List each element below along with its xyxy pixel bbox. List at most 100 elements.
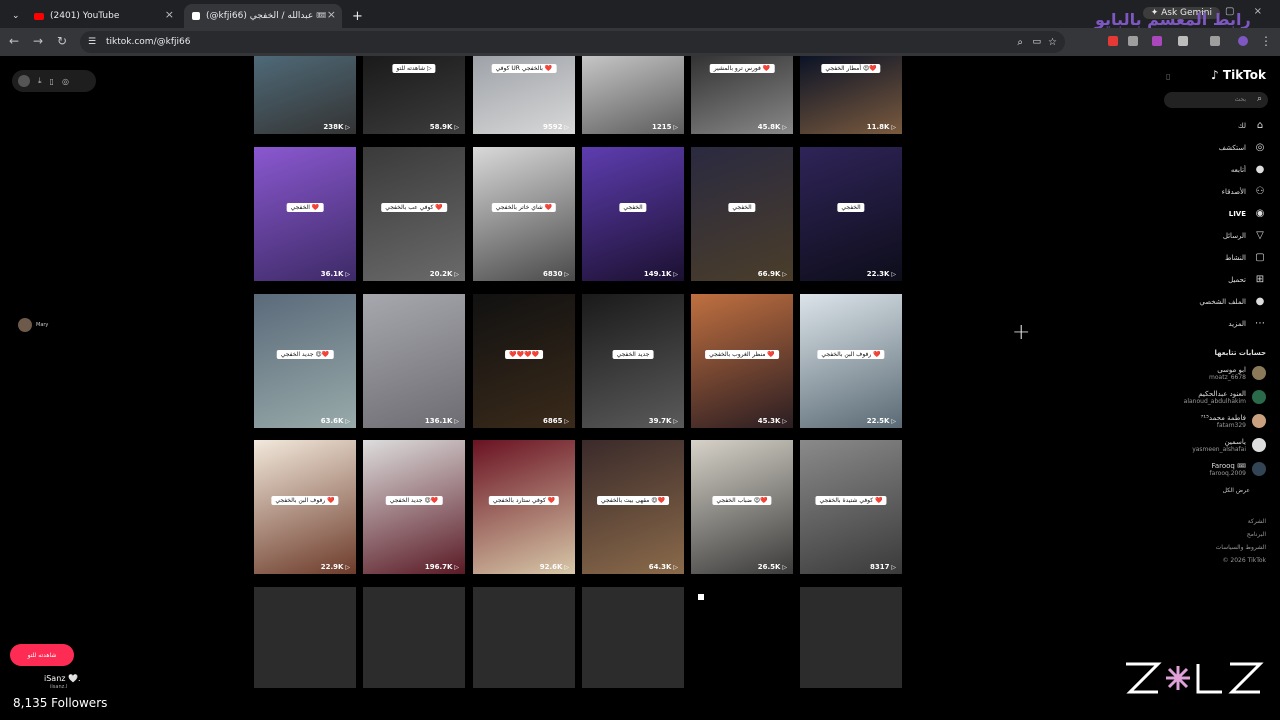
video-tile[interactable]: كوفي UR بالخفجي ❤️ 9592	[473, 56, 575, 134]
account-name: العنود عبدالحكيم	[1198, 390, 1246, 398]
nav-item-10[interactable]: المزيد ⋯	[1228, 318, 1266, 329]
zoom-icon[interactable]: ⌕	[1017, 37, 1023, 48]
account-name: ياسمين	[1224, 438, 1246, 446]
address-bar[interactable]: ☰ tiktok.com/@kfji66 ⌕ ▭ ☆	[80, 31, 1065, 53]
download-icon[interactable]: ⤓	[38, 76, 42, 86]
video-tile[interactable]: الخفجي ❤️ 36.1K	[254, 147, 356, 281]
nav-item-5[interactable]: LIVE ◉	[1229, 208, 1266, 219]
view-count: 149.1K	[644, 270, 678, 278]
extension-icon[interactable]	[1152, 36, 1162, 46]
video-tile[interactable]: جديد الخفجي 😍❤️ 196.7K	[363, 440, 465, 574]
tiktok-logo[interactable]: ♪ TikTok	[1211, 68, 1266, 82]
video-tile[interactable]: كوفي عب بالخفجي ❤️ 20.2K	[363, 147, 465, 281]
nav-item-4[interactable]: الأصدقاء ⚇	[1222, 186, 1266, 197]
profile-avatar[interactable]	[1238, 36, 1248, 46]
search-icon[interactable]: ⌕	[1257, 94, 1262, 104]
site-info-icon[interactable]: ☰	[88, 37, 96, 47]
nav-item-9[interactable]: الملف الشخصي ●	[1199, 296, 1266, 307]
account-handle: farooq.2009	[1209, 470, 1246, 477]
video-tile[interactable]: شاهدته للتو ▷ 58.9K	[363, 56, 465, 134]
tab-strip: ⌄ (2401) YouTube × (@kfji66) عبدالله / ا…	[0, 0, 1280, 29]
youtube-icon	[34, 12, 44, 20]
tab-tiktok[interactable]: (@kfji66) عبدالله / الخفجي 🎟 | ... ×	[184, 4, 342, 28]
close-icon[interactable]: ×	[165, 8, 174, 21]
forward-icon[interactable]: →	[30, 34, 46, 48]
mini-player-controls: ⤓ ▯ ◎	[12, 70, 96, 92]
activity-icon: ▢	[1255, 252, 1265, 263]
video-tile[interactable]: 136.1K	[363, 294, 465, 428]
video-tile[interactable]: شاي خاتر بالخفجي ❤️ 6830	[473, 147, 575, 281]
video-tile[interactable]: جديد الخفجي 39.7K	[582, 294, 684, 428]
footer-link[interactable]: © 2026 TikTok	[1223, 557, 1267, 564]
see-all-link[interactable]: عرض الكل	[1223, 487, 1250, 494]
following-account[interactable]: ياسمين yasmeen_alshafai	[1192, 438, 1266, 453]
nav-item-3[interactable]: أتابعه ●	[1231, 164, 1266, 175]
watched-button[interactable]: شاهدته للتو	[10, 644, 74, 666]
video-placeholder	[254, 587, 356, 688]
video-tile[interactable]: جديد الخفجي 😍❤️ 63.6K	[254, 294, 356, 428]
extension-icon[interactable]	[1128, 36, 1138, 46]
video-tile[interactable]: 1215	[582, 56, 684, 134]
footer-link[interactable]: الشروط والسياسات	[1216, 544, 1266, 551]
account-name: فاطمة محمد⁷¹⁵	[1200, 414, 1247, 422]
footer-link[interactable]: الشركة	[1248, 518, 1266, 525]
tab-search-button[interactable]: ⌄	[4, 4, 22, 28]
live-icon: ◉	[1255, 208, 1265, 219]
bookmark-star-icon[interactable]: ☆	[1048, 37, 1057, 48]
right-sidebar: ▯ ♪ TikTok بحث ⌕ لك ⌂ استكشف ◎ أتابعه ● الأصدق…	[1160, 56, 1280, 720]
video-caption: الخفجي	[619, 203, 647, 212]
new-tab-button[interactable]: +	[344, 4, 363, 28]
view-count: 20.2K	[430, 270, 459, 278]
video-tile[interactable]: الخفجي 149.1K	[582, 147, 684, 281]
banner-text: رابط المعسم بالبايو	[1095, 10, 1251, 29]
avatar	[18, 318, 32, 332]
video-caption: جديد الخفجي	[612, 350, 654, 359]
video-caption: الخفجي ❤️	[286, 203, 324, 212]
back-icon[interactable]: ←	[6, 34, 22, 48]
extension-icon[interactable]	[1108, 36, 1118, 46]
phone-icon[interactable]: ▯	[50, 77, 54, 86]
view-count: 9592	[543, 123, 569, 131]
video-tile[interactable]: رفوف البن بالخفجي ❤️ 22.9K	[254, 440, 356, 574]
video-tile[interactable]: 238K	[254, 56, 356, 134]
kebab-menu-icon[interactable]: ⋮	[1258, 34, 1274, 48]
close-icon[interactable]: ×	[327, 8, 336, 21]
view-count: 238K	[323, 123, 350, 131]
video-tile[interactable]: رفوف البن بالخفجي ❤️ 22.5K	[800, 294, 902, 428]
video-tile[interactable]: كوفي شتيدة بالخفجي ❤️ 8317	[800, 440, 902, 574]
puzzle-icon[interactable]	[1178, 36, 1188, 46]
mini-user[interactable]: Mary	[18, 318, 48, 332]
video-tile[interactable]: ضباب الخفجي 😍❤️ 26.5K	[691, 440, 793, 574]
collapse-sidebar-icon[interactable]: ▯	[1166, 72, 1170, 81]
nav-item-8[interactable]: تحميل ⊞	[1228, 274, 1266, 285]
following-account[interactable]: Farooq 🎟 farooq.2009	[1209, 462, 1266, 477]
tab-youtube[interactable]: (2401) YouTube ×	[26, 4, 180, 28]
tiktok-page: ⤓ ▯ ◎ Mary شاهدته للتو iSanz 🤍. iisanz.l…	[0, 56, 1280, 720]
following-account[interactable]: فاطمة محمد⁷¹⁵ fatam329	[1200, 414, 1266, 429]
menu-list-icon[interactable]	[1210, 36, 1220, 46]
nav-item-7[interactable]: النشاط ▢	[1225, 252, 1266, 263]
nav-item-1[interactable]: لك ⌂	[1238, 120, 1266, 131]
following-account[interactable]: ابو موسى moatz_6678	[1209, 366, 1266, 381]
video-tile[interactable]: الخفجي 66.9K	[691, 147, 793, 281]
nav-label: الملف الشخصي	[1199, 297, 1246, 306]
video-tile[interactable]: ❤️❤️❤️❤️ 6865	[473, 294, 575, 428]
nav-label: LIVE	[1228, 209, 1246, 218]
nav-item-6[interactable]: الرسائل ▽	[1223, 230, 1266, 241]
following-account[interactable]: العنود عبدالحكيم alanoud_abdulhakim	[1184, 390, 1266, 405]
account-name: ابو موسى	[1217, 366, 1246, 374]
compass-icon[interactable]: ◎	[62, 77, 69, 86]
nav-item-2[interactable]: استكشف ◎	[1219, 142, 1266, 153]
video-tile[interactable]: الخفجي 22.3K	[800, 147, 902, 281]
video-tile[interactable]: منظر الغروب بالخفجي ❤️ 45.3K	[691, 294, 793, 428]
video-placeholder	[363, 587, 465, 688]
video-tile[interactable]: فورس ترو بالمشير ❤️ 45.8K	[691, 56, 793, 134]
footer-link[interactable]: البرنامج	[1247, 531, 1266, 538]
cast-icon[interactable]: ▭	[1032, 37, 1041, 47]
video-tile[interactable]: كوفي ستارد بالخفجي ❤️ 92.6K	[473, 440, 575, 574]
nav-label: الرسائل	[1222, 231, 1246, 240]
reload-icon[interactable]: ↻	[54, 34, 70, 48]
video-tile[interactable]: مقهى بيت بالخفجي 😍❤️ 64.3K	[582, 440, 684, 574]
video-tile[interactable]: أمطار الخفجي 😍❤️ 11.8K	[800, 56, 902, 134]
search-input[interactable]: بحث ⌕	[1164, 92, 1268, 108]
